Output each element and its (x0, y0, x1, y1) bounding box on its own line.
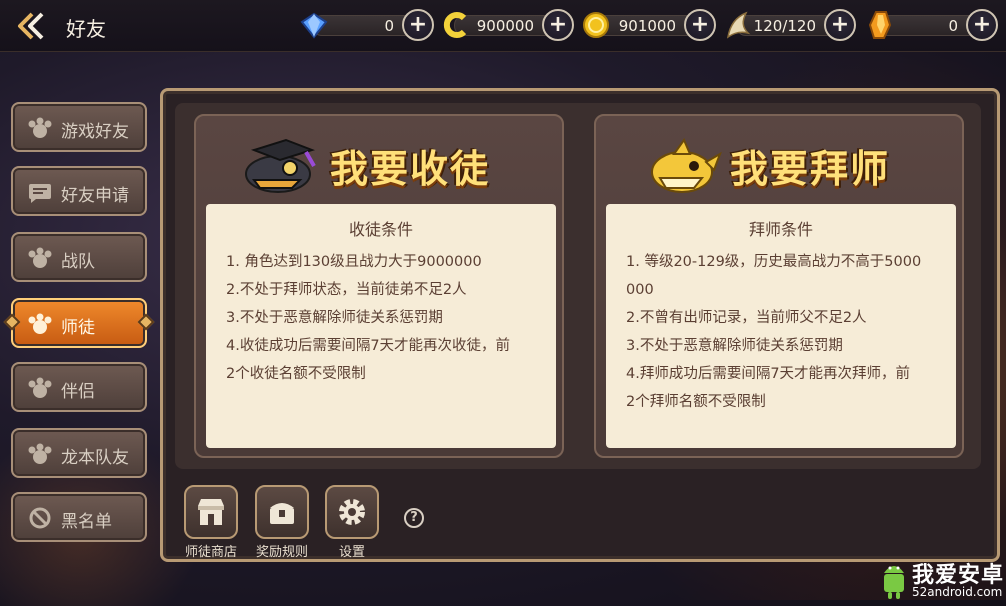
block-icon (29, 507, 51, 529)
gold-coin-icon (580, 9, 612, 41)
condition-line: 3.不处于恶意解除师徒关系惩罚期 (226, 310, 443, 326)
watermark-site: 52android.com (912, 585, 1003, 599)
sidebar-item-friend-requests[interactable]: 好友申请 (11, 166, 147, 216)
resource-stamina: 120/120 + (722, 9, 856, 41)
sidebar-item-mentorship[interactable]: 师徒 (11, 298, 147, 348)
graduate-mascot-icon (245, 138, 316, 193)
page-title: 好友 (66, 17, 106, 41)
sidebar-item-label: 师徒 (61, 318, 95, 338)
resource-value: 0 (384, 17, 394, 35)
top-bar: 好友 0 + 900000 + 901000 + 120/120 + 0 + (0, 0, 1006, 52)
condition-line: 2.不处于拜师状态，当前徒弟不足2人 (226, 282, 467, 298)
condition-line: 2个收徒名额不受限制 (226, 366, 366, 382)
blue-diamond-icon (298, 9, 330, 41)
yellow-mascot-icon (651, 137, 722, 193)
back-arrow-icon[interactable] (14, 10, 50, 42)
wing-icon (722, 9, 754, 41)
help-icon[interactable]: ? (404, 508, 424, 528)
apprentice-conditions-box: 拜师条件 1. 等级20-129级，历史最高战力不高于5000 000 2.不曾… (606, 204, 956, 448)
resource-value: 900000 (476, 17, 534, 35)
apprentice-card[interactable]: 我要拜师 拜师条件 1. 等级20-129级，历史最高战力不高于5000 000… (594, 114, 964, 458)
recruit-conditions-title: 收徒条件 (348, 220, 413, 239)
add-crystal-button[interactable]: + (966, 9, 998, 41)
apprentice-conditions-title: 拜师条件 (748, 220, 813, 239)
apprentice-heading: 我要拜师 (730, 147, 891, 191)
reward-rules-button[interactable] (255, 485, 309, 539)
watermark: 我爱安卓 52android.com (876, 555, 1006, 605)
sidebar-item-label: 好友申请 (61, 186, 129, 206)
resource-gold: 901000 + (580, 9, 716, 41)
condition-line: 4.收徒成功后需要间隔7天才能再次收徒，前 (226, 338, 511, 354)
resource-value: 0 (948, 17, 958, 35)
add-gold-button[interactable]: + (684, 9, 716, 41)
sidebar-item-dragon-teammates[interactable]: 龙本队友 (11, 428, 147, 478)
condition-line: 2个拜师名额不受限制 (626, 394, 766, 410)
paw-icon (28, 117, 52, 138)
settings-button[interactable] (325, 485, 379, 539)
condition-line: 2.不曾有出师记录，当前师父不足2人 (626, 310, 867, 326)
message-icon (29, 184, 51, 203)
condition-line: 1. 角色达到130级且战力大于9000000 (226, 254, 482, 270)
recruit-conditions-box: 收徒条件 1. 角色达到130级且战力大于9000000 2.不处于拜师状态，当… (206, 204, 556, 448)
shop-icon (198, 499, 224, 525)
condition-line: 4.拜师成功后需要间隔7天才能再次拜师，前 (626, 366, 911, 382)
add-c-currency-button[interactable]: + (542, 9, 574, 41)
paw-icon (28, 313, 52, 334)
sidebar-item-game-friends[interactable]: 游戏好友 (11, 102, 147, 152)
recruit-heading: 我要收徒 (330, 147, 491, 191)
android-logo-icon (884, 566, 904, 599)
sidebar-item-label: 游戏好友 (61, 122, 129, 142)
gear-icon (339, 499, 365, 525)
resource-value: 120/120 (753, 17, 816, 35)
treasure-chest-icon (270, 503, 294, 524)
resource-c-currency: 900000 + (440, 9, 574, 41)
orange-crystal-icon (864, 9, 896, 41)
recruit-card[interactable]: 我要收徒 收徒条件 1. 角色达到130级且战力大于9000000 2.不处于拜… (194, 114, 564, 458)
paw-icon (28, 247, 52, 268)
c-currency-icon (440, 9, 472, 41)
sidebar-item-label: 伴侣 (61, 382, 95, 402)
settings-label: 设置 (338, 545, 365, 560)
sidebar-item-label: 战队 (61, 252, 95, 272)
add-stamina-button[interactable]: + (824, 9, 856, 41)
condition-line: 3.不处于恶意解除师徒关系惩罚期 (626, 338, 843, 354)
resource-crystal: 0 + (864, 9, 998, 41)
sidebar-item-label: 龙本队友 (61, 448, 129, 468)
add-diamond-button[interactable]: + (402, 9, 434, 41)
sidebar-item-team[interactable]: 战队 (11, 232, 147, 282)
sidebar-item-label: 黑名单 (61, 512, 112, 532)
resource-diamond: 0 + (298, 9, 434, 41)
resource-value: 901000 (618, 17, 676, 35)
sidebar-item-partner[interactable]: 伴侣 (11, 362, 147, 412)
reward-rules-label: 奖励规则 (255, 545, 308, 560)
condition-line: 000 (626, 282, 654, 298)
paw-icon (28, 377, 52, 398)
mentorship-shop-button[interactable] (184, 485, 238, 539)
mentorship-shop-label: 师徒商店 (184, 545, 237, 560)
sidebar-item-blacklist[interactable]: 黑名单 (11, 492, 147, 542)
paw-icon (28, 443, 52, 464)
condition-line: 1. 等级20-129级，历史最高战力不高于5000 (626, 254, 922, 270)
